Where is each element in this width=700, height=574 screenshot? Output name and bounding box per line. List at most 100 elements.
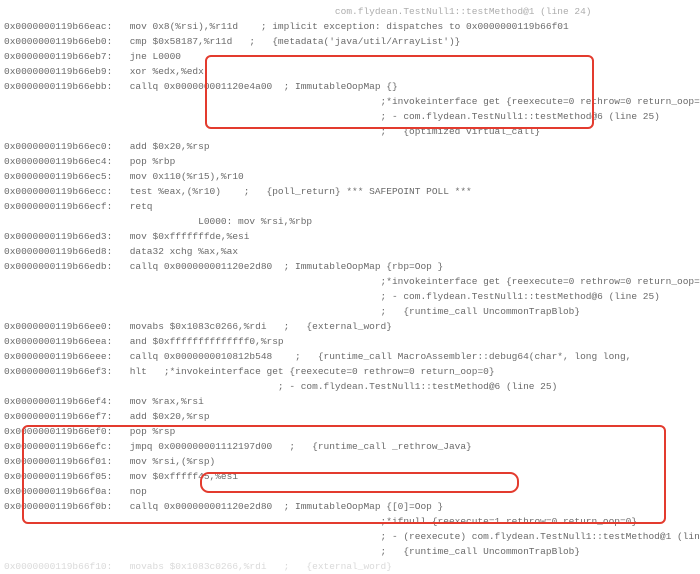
instr: cmp $0x58187,%r11d ; {metadata('java/uti… xyxy=(124,36,460,47)
code-line: ; {runtime_call UncommonTrapBlob} xyxy=(4,544,700,559)
instr: mov 0x8(%rsi),%r11d ; implicit exception… xyxy=(124,21,569,32)
instr: jmpq 0x000000001112197d00 ; {runtime_cal… xyxy=(124,441,472,452)
code-line: ; - com.flydean.TestNull1::testMethod@6 … xyxy=(4,379,700,394)
instr: ; {optimized virtual_call} xyxy=(124,126,540,137)
instr: com.flydean.TestNull1::testMethod@1 (lin… xyxy=(124,6,591,17)
code-line: 0x0000000119b66f01: mov %rsi,(%rsp) xyxy=(4,454,700,469)
instr: and $0xffffffffffffff0,%rsp xyxy=(124,336,284,347)
addr: 0x0000000119b66ebb: xyxy=(4,79,124,94)
instr: add $0x20,%rsp xyxy=(124,411,210,422)
addr: 0x0000000119b66f05: xyxy=(4,469,124,484)
addr: 0x0000000119b66ec0: xyxy=(4,139,124,154)
instr: ;*invokeinterface get {reexecute=0 rethr… xyxy=(124,276,700,287)
instr: xor %edx,%edx xyxy=(124,66,204,77)
code-line: ; - com.flydean.TestNull1::testMethod@6 … xyxy=(4,109,700,124)
code-line: ;*ifnull {reexecute=1 rethrow=0 return_o… xyxy=(4,514,700,529)
instr: callq 0x000000001120e2d80 ; ImmutableOop… xyxy=(124,261,443,272)
instr: data32 xchg %ax,%ax xyxy=(124,246,238,257)
code-line: 0x0000000119b66efc: jmpq 0x0000000011121… xyxy=(4,439,700,454)
code-line: 0x0000000119b66eac: mov 0x8(%rsi),%r11d … xyxy=(4,19,700,34)
code-line: 0x0000000119b66ef4: mov %rax,%rsi xyxy=(4,394,700,409)
addr: 0x0000000119b66f01: xyxy=(4,454,124,469)
instr: ; {runtime_call UncommonTrapBlob} xyxy=(124,306,580,317)
code-line: 0x0000000119b66ec4: pop %rbp xyxy=(4,154,700,169)
code-line: 0x0000000119b66eb0: cmp $0x58187,%r11d ;… xyxy=(4,34,700,49)
instr: retq xyxy=(124,201,153,212)
instr: mov 0x110(%r15),%r10 xyxy=(124,171,244,182)
addr: 0x0000000119b66efc: xyxy=(4,439,124,454)
addr: 0x0000000119b66f0a: xyxy=(4,484,124,499)
addr: 0x0000000119b66ee0: xyxy=(4,319,124,334)
instr: ;*invokeinterface get {reexecute=0 rethr… xyxy=(124,96,700,107)
instr: pop %rsp xyxy=(124,426,175,437)
addr: 0x0000000119b66eb0: xyxy=(4,34,124,49)
code-line: ; {runtime_call UncommonTrapBlob} xyxy=(4,304,700,319)
instr: test %eax,(%r10) ; {poll_return} *** SAF… xyxy=(124,186,472,197)
code-line: ;*invokeinterface get {reexecute=0 rethr… xyxy=(4,94,700,109)
code-line: 0x0000000119b66f10: movabs $0x1083c0266,… xyxy=(4,559,700,574)
addr: 0x0000000119b66ecc: xyxy=(4,184,124,199)
code-line: 0x0000000119b66ec5: mov 0x110(%r15),%r10 xyxy=(4,169,700,184)
addr: 0x0000000119b66f0b: xyxy=(4,499,124,514)
code-line: 0x0000000119b66ef0: pop %rsp xyxy=(4,424,700,439)
instr: mov %rsi,(%rsp) xyxy=(124,456,215,467)
instr: movabs $0x1083c0266,%rdi ; {external_wor… xyxy=(124,561,392,572)
addr: 0x0000000119b66eb7: xyxy=(4,49,124,64)
code-line: 0x0000000119b66f0b: callq 0x000000001120… xyxy=(4,499,700,514)
addr: 0x0000000119b66eac: xyxy=(4,19,124,34)
addr: 0x0000000119b66ec5: xyxy=(4,169,124,184)
code-line: ; {optimized virtual_call} xyxy=(4,124,700,139)
code-line: 0x0000000119b66ef3: hlt ;*invokeinterfac… xyxy=(4,364,700,379)
addr: 0x0000000119b66ef0: xyxy=(4,424,124,439)
disassembly-listing: com.flydean.TestNull1::testMethod@1 (lin… xyxy=(4,4,700,574)
addr: 0x0000000119b66ef7: xyxy=(4,409,124,424)
code-line: 0x0000000119b66f05: mov $0xfffff45,%esi xyxy=(4,469,700,484)
code-line: 0x0000000119b66ecc: test %eax,(%r10) ; {… xyxy=(4,184,700,199)
addr: 0x0000000119b66eb9: xyxy=(4,64,124,79)
addr: 0x0000000119b66eea: xyxy=(4,334,124,349)
instr: hlt ;*invokeinterface get {reexecute=0 r… xyxy=(124,366,495,377)
code-line: 0x0000000119b66ec0: add $0x20,%rsp xyxy=(4,139,700,154)
addr: 0x0000000119b66ed3: xyxy=(4,229,124,244)
instr: callq 0x0000000010812b548 ; {runtime_cal… xyxy=(124,351,631,362)
code-line: 0x0000000119b66ecf: retq xyxy=(4,199,700,214)
code-line: 0x0000000119b66eb7: jne L0000 xyxy=(4,49,700,64)
code-line: 0x0000000119b66ed3: mov $0xfffffffde,%es… xyxy=(4,229,700,244)
code-line: 0x0000000119b66ee0: movabs $0x1083c0266,… xyxy=(4,319,700,334)
instr: ;*ifnull {reexecute=1 rethrow=0 return_o… xyxy=(124,516,637,527)
code-line: 0x0000000119b66eea: and $0xfffffffffffff… xyxy=(4,334,700,349)
instr: ; - com.flydean.TestNull1::testMethod@6 … xyxy=(124,111,660,122)
code-line: ; - com.flydean.TestNull1::testMethod@6 … xyxy=(4,289,700,304)
addr: 0x0000000119b66edb: xyxy=(4,259,124,274)
addr: 0x0000000119b66eee: xyxy=(4,349,124,364)
code-line: L0000: mov %rsi,%rbp xyxy=(4,214,700,229)
instr: pop %rbp xyxy=(124,156,175,167)
code-line: 0x0000000119b66eb9: xor %edx,%edx xyxy=(4,64,700,79)
instr: ; {runtime_call UncommonTrapBlob} xyxy=(124,546,580,557)
code-line: ;*invokeinterface get {reexecute=0 rethr… xyxy=(4,274,700,289)
instr: mov $0xfffffffde,%esi xyxy=(124,231,249,242)
addr: 0x0000000119b66ec4: xyxy=(4,154,124,169)
code-line: com.flydean.TestNull1::testMethod@1 (lin… xyxy=(4,4,700,19)
code-line: 0x0000000119b66ebb: callq 0x000000001120… xyxy=(4,79,700,94)
addr: 0x0000000119b66ed8: xyxy=(4,244,124,259)
instr: L0000: mov %rsi,%rbp xyxy=(124,216,312,227)
code-line: 0x0000000119b66ed8: data32 xchg %ax,%ax xyxy=(4,244,700,259)
instr: mov %rax,%rsi xyxy=(124,396,204,407)
instr: jne L0000 xyxy=(124,51,181,62)
code-line: ; - (reexecute) com.flydean.TestNull1::t… xyxy=(4,529,700,544)
instr: nop xyxy=(124,486,147,497)
code-line: 0x0000000119b66ef7: add $0x20,%rsp xyxy=(4,409,700,424)
code-line: 0x0000000119b66f0a: nop xyxy=(4,484,700,499)
addr: 0x0000000119b66ef3: xyxy=(4,364,124,379)
instr: ; - (reexecute) com.flydean.TestNull1::t… xyxy=(124,531,700,542)
addr: 0x0000000119b66ecf: xyxy=(4,199,124,214)
addr: 0x0000000119b66f10: xyxy=(4,559,124,574)
instr: ; - com.flydean.TestNull1::testMethod@6 … xyxy=(124,381,557,392)
code-line: 0x0000000119b66eee: callq 0x000000001081… xyxy=(4,349,700,364)
addr: 0x0000000119b66ef4: xyxy=(4,394,124,409)
instr: ; - com.flydean.TestNull1::testMethod@6 … xyxy=(124,291,660,302)
instr: callq 0x000000001120e2d80 ; ImmutableOop… xyxy=(124,501,443,512)
instr: movabs $0x1083c0266,%rdi ; {external_wor… xyxy=(124,321,392,332)
instr: add $0x20,%rsp xyxy=(124,141,210,152)
